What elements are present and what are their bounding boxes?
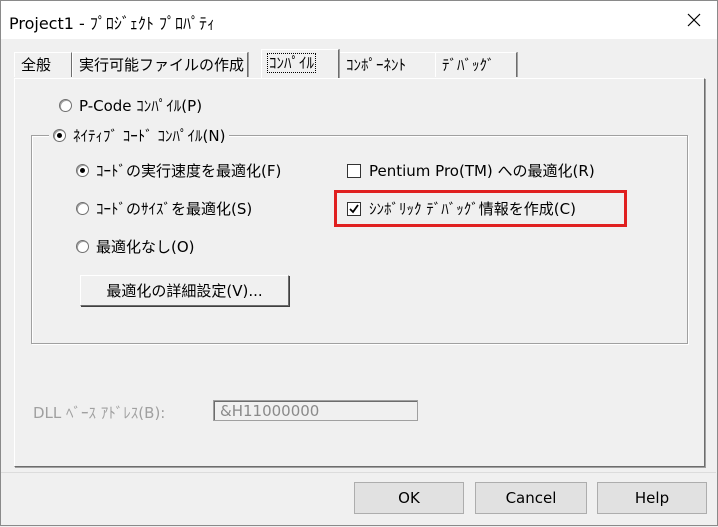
opt-size-radio[interactable]: ｺｰﾄﾞのｻｲｽﾞを最適化(S) xyxy=(76,198,252,219)
tab-general[interactable]: 全般 xyxy=(14,52,72,77)
dll-base-address-input[interactable]: &H11000000 xyxy=(213,400,418,421)
opt-speed-label: ｺｰﾄﾞの実行速度を最適化(F) xyxy=(96,162,282,180)
ok-button[interactable]: OK xyxy=(354,482,464,514)
checkbox-checked-icon xyxy=(347,201,361,216)
tab-make-exe[interactable]: 実行可能ファイルの作成 xyxy=(72,52,248,77)
compile-panel: P-Code ｺﾝﾊﾟｲﾙ(P) ﾈｲﾃｨﾌﾞ ｺｰﾄﾞ ｺﾝﾊﾟｲﾙ(N) ｺ… xyxy=(14,78,705,467)
symbolic-debug-checkbox[interactable]: ｼﾝﾎﾞﾘｯｸ ﾃﾞﾊﾞｯｸﾞ情報を作成(C) xyxy=(347,198,576,219)
advanced-optimizations-button[interactable]: 最適化の詳細設定(V)... xyxy=(80,275,289,306)
native-radio[interactable]: ﾈｲﾃｨﾌﾞ ｺｰﾄﾞ ｺﾝﾊﾟｲﾙ(N) xyxy=(49,125,230,146)
native-code-group: ﾈｲﾃｨﾌﾞ ｺｰﾄﾞ ｺﾝﾊﾟｲﾙ(N) ｺｰﾄﾞの実行速度を最適化(F) ｺ… xyxy=(31,125,688,344)
pcode-radio[interactable]: P-Code ｺﾝﾊﾟｲﾙ(P) xyxy=(59,95,202,116)
tab-component[interactable]: ｺﾝﾎﾟｰﾈﾝﾄ xyxy=(339,52,440,77)
title-bar: Project1 - ﾌﾟﾛｼﾞｪｸﾄ ﾌﾟﾛﾊﾟﾃｨ xyxy=(0,0,718,39)
pentium-label: Pentium Pro(TM) への最適化(R) xyxy=(369,162,595,180)
cancel-button[interactable]: Cancel xyxy=(475,482,587,514)
radio-unselected-icon xyxy=(59,99,72,112)
radio-selected-icon xyxy=(53,129,66,142)
footer-separator xyxy=(1,472,716,473)
opt-none-label: 最適化なし(O) xyxy=(96,238,195,256)
dll-base-address-label: DLL ﾍﾞｰｽ ｱﾄﾞﾚｽ(B): xyxy=(33,404,166,422)
close-button[interactable] xyxy=(671,1,717,39)
help-button[interactable]: Help xyxy=(597,482,707,514)
close-icon xyxy=(687,13,701,27)
symbolic-debug-label: ｼﾝﾎﾞﾘｯｸ ﾃﾞﾊﾞｯｸﾞ情報を作成(C) xyxy=(369,200,576,218)
tab-debug[interactable]: ﾃﾞﾊﾞｯｸﾞ xyxy=(435,52,517,77)
radio-unselected-icon xyxy=(76,240,89,253)
window-title: Project1 - ﾌﾟﾛｼﾞｪｸﾄ ﾌﾟﾛﾊﾟﾃｨ xyxy=(9,14,215,33)
opt-none-radio[interactable]: 最適化なし(O) xyxy=(76,236,195,257)
pcode-label: P-Code ｺﾝﾊﾟｲﾙ(P) xyxy=(79,97,203,115)
radio-selected-icon xyxy=(76,164,89,177)
checkbox-unchecked-icon xyxy=(347,163,361,178)
opt-speed-radio[interactable]: ｺｰﾄﾞの実行速度を最適化(F) xyxy=(76,160,281,181)
pentium-checkbox[interactable]: Pentium Pro(TM) への最適化(R) xyxy=(347,160,595,181)
tab-compile[interactable]: ｺﾝﾊﾟｲﾙ xyxy=(261,49,339,78)
opt-size-label: ｺｰﾄﾞのｻｲｽﾞを最適化(S) xyxy=(96,200,253,218)
radio-unselected-icon xyxy=(76,202,89,215)
native-label: ﾈｲﾃｨﾌﾞ ｺｰﾄﾞ ｺﾝﾊﾟｲﾙ(N) xyxy=(73,127,226,145)
